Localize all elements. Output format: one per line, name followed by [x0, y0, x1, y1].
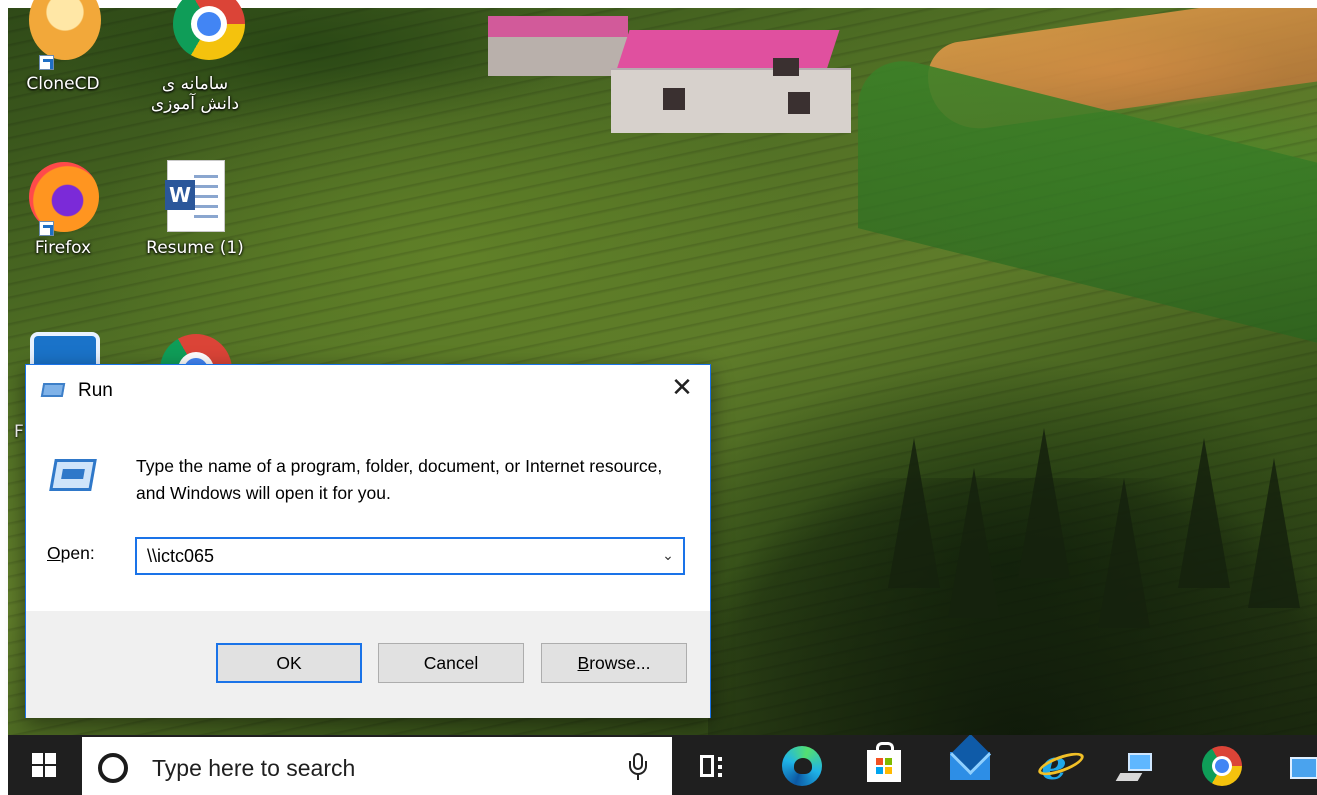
open-combobox[interactable]: ⌄ — [135, 537, 685, 575]
run-dialog: Run ✕ Type the name of a program, folder… — [25, 364, 711, 718]
word-document-icon: W — [155, 160, 235, 236]
monitor-icon[interactable] — [1270, 743, 1317, 789]
desktop-icon-label: سامانه ی دانش آموزی — [150, 74, 240, 114]
dialog-button-area: OK Cancel Browse... — [26, 611, 710, 718]
wallpaper-tree — [1018, 428, 1070, 578]
chrome-icon[interactable] — [1198, 743, 1246, 789]
taskbar-search-box[interactable]: Type here to search — [82, 737, 672, 795]
open-label: Open: — [47, 543, 95, 563]
desktop-icon-label: Resume (1) — [146, 238, 244, 258]
taskbar: Type here to search e — [8, 735, 1317, 795]
mail-icon[interactable] — [946, 743, 994, 789]
open-input[interactable] — [137, 539, 653, 573]
cancel-button[interactable]: Cancel — [378, 643, 524, 683]
desktop-icon-resume[interactable]: W Resume (1) — [140, 160, 250, 258]
search-placeholder: Type here to search — [152, 755, 356, 781]
run-app-icon — [40, 383, 66, 397]
wallpaper-tree — [948, 468, 1000, 618]
wallpaper-tree — [1178, 438, 1230, 588]
windows-logo-icon — [32, 753, 56, 777]
shortcut-arrow-icon — [39, 221, 54, 236]
browse-button[interactable]: Browse... — [541, 643, 687, 683]
internet-explorer-icon[interactable]: e — [1030, 743, 1087, 789]
wallpaper-house — [603, 30, 858, 135]
run-large-icon — [46, 459, 100, 495]
shortcut-arrow-icon — [39, 55, 54, 70]
desktop-icon-clonecd[interactable]: CloneCD — [8, 0, 118, 94]
store-icon[interactable] — [860, 742, 908, 789]
run-description: Type the name of a program, folder, docu… — [136, 456, 663, 503]
wallpaper-tree — [1248, 458, 1300, 608]
start-button[interactable] — [8, 735, 80, 795]
cortana-icon[interactable] — [98, 753, 128, 783]
clonecd-icon — [23, 0, 103, 72]
task-view-icon[interactable] — [688, 743, 736, 789]
chevron-down-icon[interactable]: ⌄ — [653, 539, 683, 573]
wallpaper-tree — [1098, 478, 1150, 628]
wallpaper-tree — [888, 438, 940, 588]
microphone-icon[interactable] — [628, 753, 648, 781]
firefox-icon — [23, 160, 103, 236]
word-badge-icon: W — [165, 180, 195, 210]
close-button[interactable]: ✕ — [654, 365, 710, 411]
edge-icon[interactable] — [778, 743, 826, 789]
desktop-icon-label-partial: F — [14, 422, 24, 442]
run-dialog-title: Run — [78, 380, 113, 401]
desktop-icon-label: Firefox — [34, 238, 92, 258]
chrome-icon — [155, 0, 245, 72]
ok-button[interactable]: OK — [216, 643, 362, 683]
desktop-icon-label: CloneCD — [26, 74, 100, 94]
run-dialog-titlebar[interactable]: Run ✕ — [26, 365, 710, 415]
network-icon[interactable] — [1114, 743, 1162, 789]
desktop-icon-student-portal[interactable]: سامانه ی دانش آموزی — [140, 0, 250, 114]
desktop-icon-firefox[interactable]: Firefox — [8, 160, 118, 258]
